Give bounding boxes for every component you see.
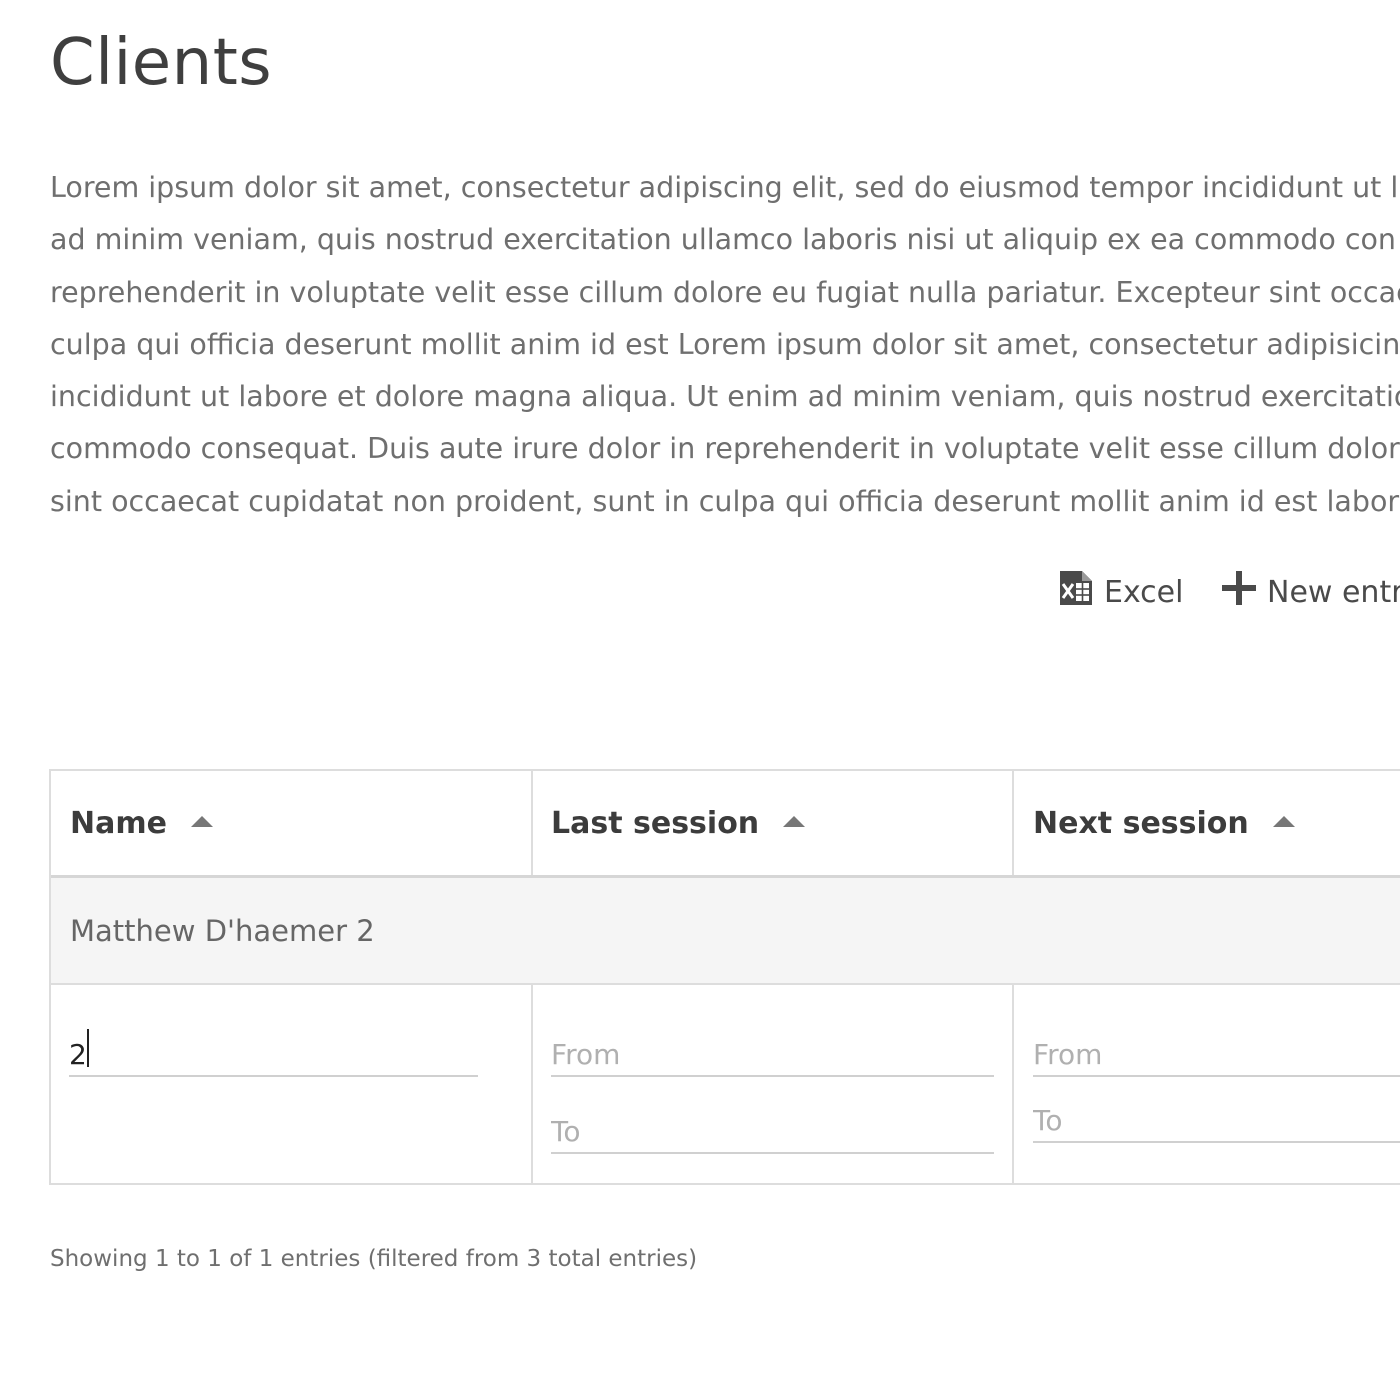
name-filter-input[interactable] bbox=[69, 1033, 478, 1077]
table-header: Name Last session Next session bbox=[51, 771, 1400, 878]
plus-icon bbox=[1221, 570, 1257, 614]
next-session-from-input[interactable] bbox=[1033, 1033, 1400, 1077]
column-header-last-session[interactable]: Last session bbox=[551, 771, 806, 875]
intro-line: sint occaecat cupidatat non proident, su… bbox=[50, 484, 1400, 518]
sort-ascending-icon bbox=[1272, 816, 1295, 827]
excel-file-icon bbox=[1058, 570, 1094, 614]
intro-line: commodo consequat. Duis aute irure dolor… bbox=[50, 432, 1400, 466]
column-header-next-session[interactable]: Next session bbox=[1033, 771, 1295, 875]
table-row[interactable]: Matthew D'haemer 2 bbox=[51, 878, 1400, 985]
page: Clients Lorem ipsum dolor sit amet, cons… bbox=[0, 0, 1400, 1400]
excel-export-button[interactable]: Excel bbox=[1058, 566, 1183, 618]
clients-table: Name Last session Next session Matthew D… bbox=[49, 769, 1400, 1185]
new-entry-button-label: New entr bbox=[1267, 574, 1400, 610]
cell-name: Matthew D'haemer 2 bbox=[70, 913, 375, 948]
intro-line: Lorem ipsum dolor sit amet, consectetur … bbox=[50, 171, 1399, 204]
new-entry-button[interactable]: New entr bbox=[1221, 566, 1400, 618]
intro-line: incididunt ut labore et dolore magna ali… bbox=[50, 380, 1400, 414]
sort-ascending-icon bbox=[783, 816, 806, 827]
page-title: Clients bbox=[50, 26, 273, 100]
intro-line: reprehenderit in voluptate velit esse ci… bbox=[50, 275, 1400, 309]
column-header-name[interactable]: Name bbox=[70, 771, 213, 875]
last-session-to-input[interactable] bbox=[551, 1110, 994, 1154]
column-header-label: Name bbox=[70, 805, 167, 841]
intro-line: ad minim veniam, quis nostrud exercitati… bbox=[50, 223, 1396, 257]
column-header-label: Next session bbox=[1033, 805, 1249, 841]
intro-text: Lorem ipsum dolor sit amet, consectetur … bbox=[50, 162, 1400, 528]
next-session-to-input[interactable] bbox=[1033, 1099, 1400, 1143]
table-info: Showing 1 to 1 of 1 entries (filtered fr… bbox=[50, 1246, 698, 1272]
column-header-label: Last session bbox=[551, 805, 760, 841]
sort-ascending-icon bbox=[190, 816, 213, 827]
intro-line: culpa qui officia deserunt mollit anim i… bbox=[50, 327, 1400, 361]
excel-button-label: Excel bbox=[1104, 574, 1184, 610]
text-cursor bbox=[87, 1029, 89, 1067]
last-session-from-input[interactable] bbox=[551, 1033, 994, 1077]
